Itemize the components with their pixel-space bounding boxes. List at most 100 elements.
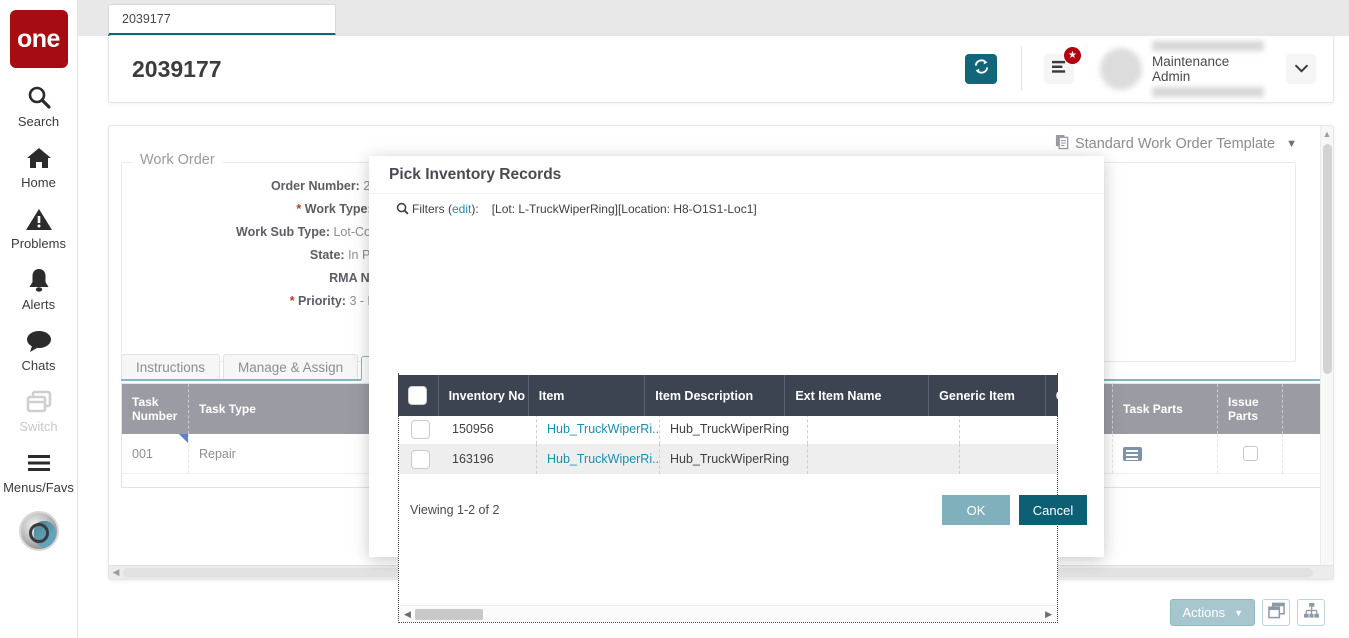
cell-inventory-no: 163196 — [442, 444, 537, 474]
required-marker: * — [290, 294, 295, 308]
column-generic-item[interactable]: Generic Item — [929, 375, 1046, 416]
table-row[interactable]: 163196 Hub_TruckWiperRi... Hub_TruckWipe… — [399, 444, 1058, 474]
filters-edit-link[interactable]: edit — [452, 202, 471, 216]
scroll-left-arrow-icon[interactable]: ◀ — [109, 567, 123, 578]
column-label: Task Type — [199, 402, 256, 416]
row-checkbox-cell[interactable] — [399, 450, 442, 469]
column-task-number[interactable]: Task Number — [122, 384, 189, 434]
user-menu-button[interactable] — [1286, 54, 1316, 84]
chevron-down-icon — [1295, 60, 1308, 78]
cell-issue-parts[interactable] — [1218, 434, 1283, 473]
browser-tab-2039177[interactable]: 2039177 — [108, 4, 336, 36]
ok-button[interactable]: OK — [942, 495, 1010, 525]
cell-item[interactable]: Hub_TruckWiperRi... — [537, 444, 660, 474]
sidebar-item-chats[interactable]: Chats — [0, 326, 78, 373]
field-label: State: — [310, 248, 345, 262]
cell-task-parts[interactable] — [1113, 434, 1218, 473]
sidebar-item-home[interactable]: Home — [0, 143, 78, 190]
actions-button[interactable]: Actions ▼ — [1170, 599, 1255, 626]
row-checkbox[interactable] — [411, 450, 430, 469]
cell-value: Hub_TruckWiperRing — [670, 452, 789, 466]
content-vertical-scrollbar[interactable]: ▲ — [1320, 126, 1333, 580]
scroll-left-arrow-icon[interactable]: ◀ — [404, 609, 411, 620]
one-logo[interactable]: one — [10, 10, 68, 68]
chat-bubble-icon — [25, 326, 53, 356]
column-label: Task Parts — [1123, 402, 1183, 416]
sidebar-label-home: Home — [21, 175, 56, 190]
switch-windows-icon — [25, 387, 53, 417]
page-header: 2039177 ★ — [108, 35, 1334, 103]
vertical-scroll-thumb[interactable] — [1323, 144, 1332, 374]
actions-label: Actions — [1182, 605, 1225, 620]
user-email-redacted — [1152, 87, 1264, 97]
issue-parts-checkbox[interactable] — [1243, 446, 1258, 461]
warning-triangle-icon — [25, 204, 53, 234]
sidebar-label-menus-favs: Menus/Favs — [3, 480, 74, 495]
left-navigation-rail: one Search Home Problems Alerts — [0, 0, 78, 638]
dialog-grid-header: Inventory No Item Item Description Ext I… — [398, 375, 1058, 416]
sidebar-item-alerts[interactable]: Alerts — [0, 265, 78, 312]
column-ext-item-name[interactable]: Ext Item Name — [785, 375, 929, 416]
user-role-label: Maintenance Admin — [1152, 54, 1264, 84]
work-order-template-selector[interactable]: Standard Work Order Template ▼ — [1055, 134, 1297, 154]
rail-user-avatar[interactable] — [19, 511, 59, 551]
user-info: Maintenance Admin — [1152, 41, 1264, 97]
tab-label: Manage & Assign — [238, 360, 343, 375]
sidebar-label-switch: Switch — [19, 419, 57, 434]
cell-value: Hub_TruckWiperRi... — [547, 422, 660, 436]
sidebar-item-menus-favs[interactable]: Menus/Favs — [0, 448, 78, 495]
dialog-grid-horizontal-scrollbar[interactable]: ◀ ▶ — [399, 605, 1057, 622]
row-checkbox-cell[interactable] — [399, 420, 442, 439]
table-row[interactable]: 150956 Hub_TruckWiperRi... Hub_TruckWipe… — [399, 414, 1058, 444]
sidebar-item-switch[interactable]: Switch — [0, 387, 78, 434]
refresh-icon — [972, 57, 991, 81]
refresh-button[interactable] — [965, 54, 997, 84]
cancel-button[interactable]: Cancel — [1019, 495, 1087, 525]
list-menu-button[interactable]: ★ — [1044, 54, 1074, 84]
chevron-down-icon: ▼ — [1234, 608, 1243, 618]
column-item[interactable]: Item — [529, 375, 646, 416]
tab-manage-assign[interactable]: Manage & Assign — [223, 354, 358, 379]
window-copy-button[interactable] — [1262, 599, 1290, 626]
cell-item[interactable]: Hub_TruckWiperRi... — [537, 414, 660, 444]
column-issue-parts[interactable]: Issue Parts — [1218, 384, 1283, 434]
horizontal-scroll-thumb[interactable] — [415, 609, 483, 620]
sidebar-label-problems: Problems — [11, 236, 66, 251]
dialog-buttons: OK Cancel — [942, 495, 1087, 525]
user-org-redacted — [1152, 41, 1264, 51]
column-item-description[interactable]: Item Description — [645, 375, 785, 416]
sidebar-label-search: Search — [18, 114, 59, 129]
parts-list-icon[interactable] — [1123, 447, 1142, 461]
search-icon — [396, 202, 409, 218]
sidebar-item-problems[interactable]: Problems — [0, 204, 78, 251]
select-all-checkbox-cell[interactable] — [398, 375, 439, 416]
scroll-right-arrow-icon[interactable]: ▶ — [1045, 609, 1052, 620]
cell-value: Hub_TruckWiperRing — [670, 422, 789, 436]
avatar[interactable] — [1100, 48, 1142, 90]
work-order-template-label: Standard Work Order Template — [1075, 136, 1275, 152]
tab-instructions[interactable]: Instructions — [121, 354, 220, 379]
column-task-parts[interactable]: Task Parts — [1113, 384, 1218, 434]
document-copy-icon — [1055, 134, 1070, 154]
cell-value: 150956 — [452, 422, 494, 436]
sidebar-label-alerts: Alerts — [22, 297, 55, 312]
row-checkbox[interactable] — [411, 420, 430, 439]
field-label: Order Number: — [271, 179, 360, 193]
column-g-truncated[interactable]: G — [1046, 375, 1058, 416]
org-chart-button[interactable] — [1297, 599, 1325, 626]
field-label: Work Type: — [305, 202, 372, 216]
ok-label: OK — [967, 503, 986, 518]
logo-text: one — [17, 25, 60, 54]
org-chart-icon — [1303, 602, 1320, 624]
column-label: Generic Item — [939, 389, 1015, 403]
hamburger-icon — [25, 448, 53, 478]
column-label: Task Number — [132, 395, 178, 423]
cell-generic-item — [960, 444, 1058, 474]
column-inventory-no[interactable]: Inventory No — [439, 375, 529, 416]
field-label: Priority: — [298, 294, 346, 308]
select-all-checkbox[interactable] — [408, 386, 427, 405]
filters-label-end: ): — [471, 202, 478, 216]
scroll-up-arrow-icon[interactable]: ▲ — [1321, 129, 1333, 139]
cell-item-description: Hub_TruckWiperRing — [660, 444, 808, 474]
sidebar-item-search[interactable]: Search — [0, 82, 78, 129]
